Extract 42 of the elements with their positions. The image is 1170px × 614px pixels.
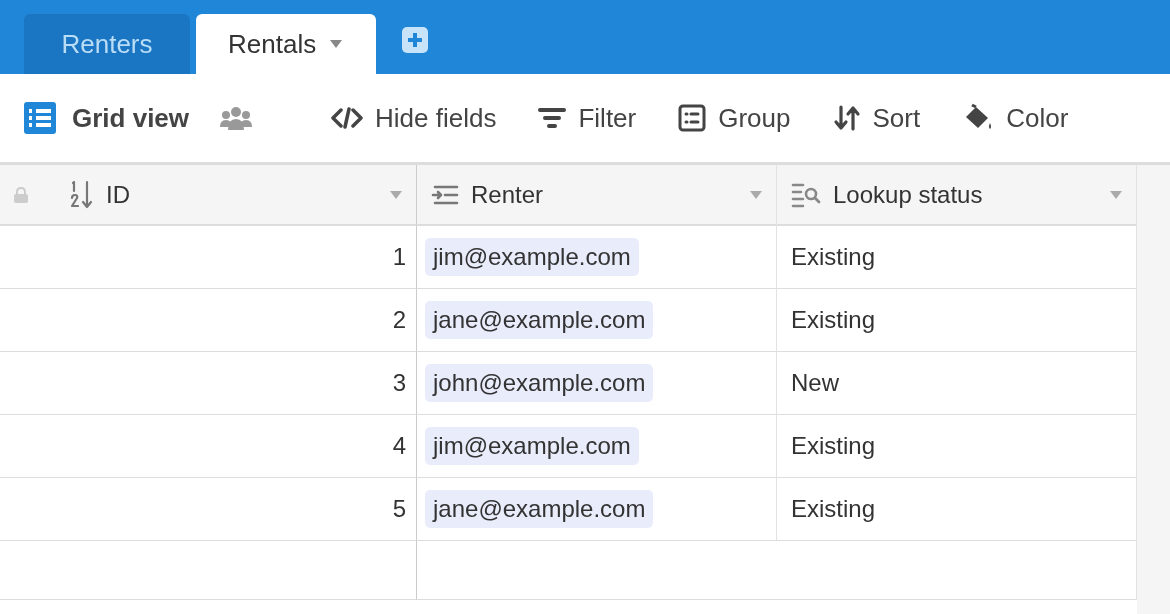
- column-header[interactable]: Lookup status: [833, 180, 983, 209]
- toolbar-button[interactable]: Sort: [824, 102, 929, 134]
- caret-icon: [330, 40, 343, 48]
- empty-row-cell[interactable]: [0, 541, 417, 600]
- list-box-icon: [678, 104, 707, 132]
- toolbar-button[interactable]: Filter: [530, 102, 645, 134]
- toolbar-button[interactable]: Color: [954, 102, 1077, 134]
- status-cell: Existing: [777, 289, 1137, 352]
- view-name[interactable]: Grid view: [72, 102, 190, 134]
- id-cell: 2: [0, 289, 417, 352]
- table-tab[interactable]: Rentals: [196, 14, 376, 74]
- id-cell: 5: [0, 478, 417, 541]
- linked-record-chip[interactable]: john@example.com: [425, 364, 654, 402]
- lock-icon: [14, 186, 28, 203]
- filter-icon: [538, 106, 567, 130]
- caret-icon[interactable]: [390, 190, 402, 199]
- id-cell: 4: [0, 415, 417, 478]
- sort-arrows-icon: [832, 105, 861, 131]
- linked-record-chip[interactable]: jim@example.com: [425, 238, 639, 276]
- numbered-sort-icon: [70, 179, 94, 210]
- code-slash-icon: [331, 106, 364, 130]
- caret-icon[interactable]: [1110, 190, 1122, 199]
- toolbar-button[interactable]: Group: [670, 102, 799, 134]
- linked-record-icon: [431, 183, 459, 206]
- lookup-icon: [791, 181, 821, 208]
- add-table-icon[interactable]: [402, 27, 428, 53]
- empty-row-cell[interactable]: [417, 541, 1137, 600]
- linked-record-chip[interactable]: jim@example.com: [425, 427, 639, 465]
- column-header[interactable]: Renter: [471, 180, 544, 209]
- column-header[interactable]: ID: [106, 180, 130, 209]
- status-cell: Existing: [777, 226, 1137, 289]
- id-cell: 3: [0, 352, 417, 415]
- linked-record-chip[interactable]: jane@example.com: [425, 490, 654, 528]
- id-cell: 1: [0, 226, 417, 289]
- status-cell: Existing: [777, 415, 1137, 478]
- people-icon[interactable]: [219, 106, 254, 130]
- status-cell: Existing: [777, 478, 1137, 541]
- grid-view-icon: [24, 102, 56, 134]
- status-cell: New: [777, 352, 1137, 415]
- caret-icon[interactable]: [750, 190, 762, 199]
- linked-record-chip[interactable]: jane@example.com: [425, 301, 654, 339]
- toolbar-button[interactable]: Hide fields: [323, 102, 505, 134]
